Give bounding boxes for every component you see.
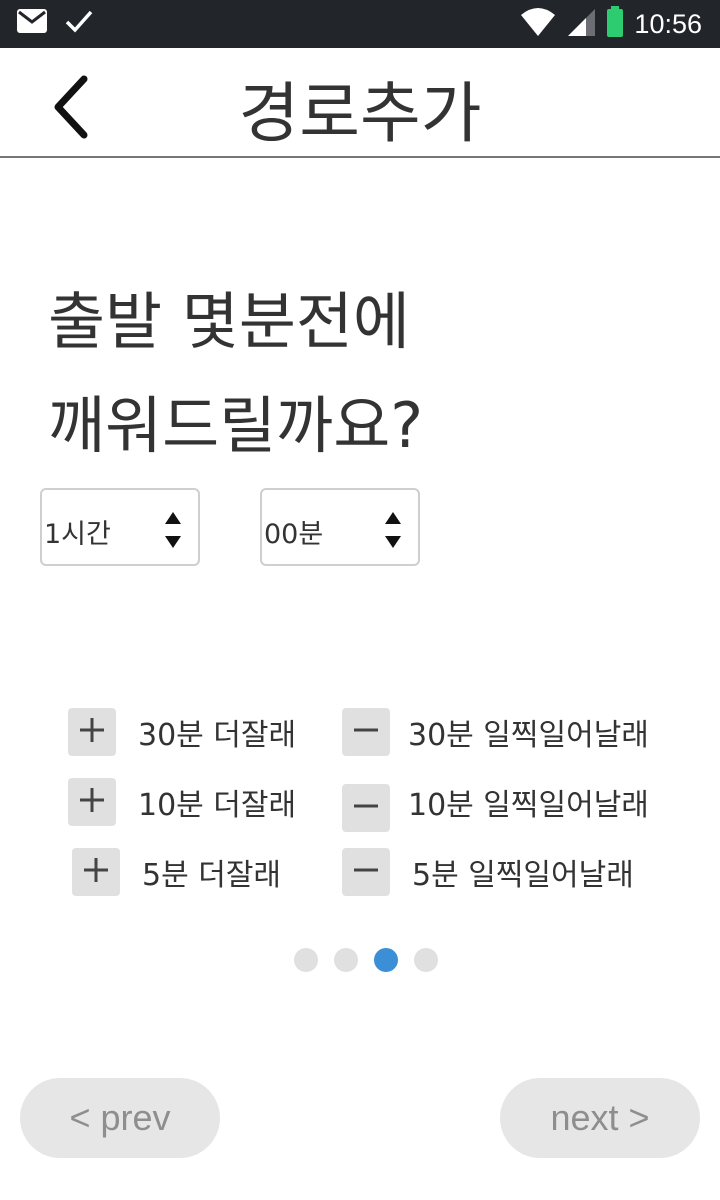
battery-icon [606, 6, 624, 42]
page-dot-2[interactable] [334, 948, 358, 972]
status-bar: 10:56 [0, 0, 720, 48]
adjust-row-minus-10: 10분 일찍일어날래 [342, 784, 649, 832]
status-time: 10:56 [634, 8, 702, 39]
minutes-select[interactable]: 00분 [260, 488, 420, 566]
plus-10-button[interactable] [68, 778, 116, 826]
spinner-arrows-icon [382, 510, 404, 550]
page-title: 경로추가 [238, 75, 482, 152]
minus-10-label: 10분 일찍일어날래 [408, 788, 649, 823]
adjust-row-plus-10: 10분 더잘래 [68, 778, 296, 826]
hours-select-value: 1시간 [44, 519, 111, 550]
plus-10-label: 10분 더잘래 [138, 788, 297, 823]
plus-5-button[interactable] [72, 848, 120, 896]
app-bar: 경로추가 [0, 48, 720, 158]
mail-icon [16, 8, 48, 38]
adjust-row-minus-5: 5분 일찍일어날래 [342, 848, 634, 896]
question-text: 출발 몇분전에 깨워드릴까요? [48, 270, 423, 478]
status-left [16, 8, 94, 38]
minus-icon [351, 791, 381, 825]
question-line-1: 출발 몇분전에 [48, 285, 410, 358]
signal-icon [566, 7, 596, 41]
minus-30-label: 30분 일찍일어날래 [408, 718, 649, 753]
adjust-row-minus-30: 30분 일찍일어날래 [342, 708, 649, 756]
wifi-icon [520, 7, 556, 41]
minus-5-label: 5분 일찍일어날래 [412, 858, 634, 893]
hours-select[interactable]: 1시간 [40, 488, 200, 566]
plus-30-button[interactable] [68, 708, 116, 756]
prev-button[interactable]: < prev [20, 1078, 220, 1158]
minus-10-button[interactable] [342, 784, 390, 832]
question-line-2: 깨워드릴까요? [48, 389, 424, 462]
minus-30-button[interactable] [342, 708, 390, 756]
adjust-row-plus-30: 30분 더잘래 [68, 708, 296, 756]
plus-5-label: 5분 더잘래 [142, 858, 282, 893]
page-dot-1[interactable] [294, 948, 318, 972]
status-right: 10:56 [520, 6, 702, 42]
check-icon [64, 8, 94, 38]
plus-icon [81, 855, 111, 889]
plus-icon [77, 715, 107, 749]
minus-5-button[interactable] [342, 848, 390, 896]
minutes-select-value: 00분 [264, 519, 324, 550]
spinner-arrows-icon [162, 510, 184, 550]
adjust-row-plus-5: 5분 더잘래 [72, 848, 281, 896]
minus-icon [351, 855, 381, 889]
page-dot-4[interactable] [414, 948, 438, 972]
pagination-dots [294, 948, 438, 972]
next-button[interactable]: next > [500, 1078, 700, 1158]
plus-icon [77, 785, 107, 819]
plus-30-label: 30분 더잘래 [138, 718, 297, 753]
minus-icon [351, 715, 381, 749]
page-dot-3-active[interactable] [374, 948, 398, 972]
